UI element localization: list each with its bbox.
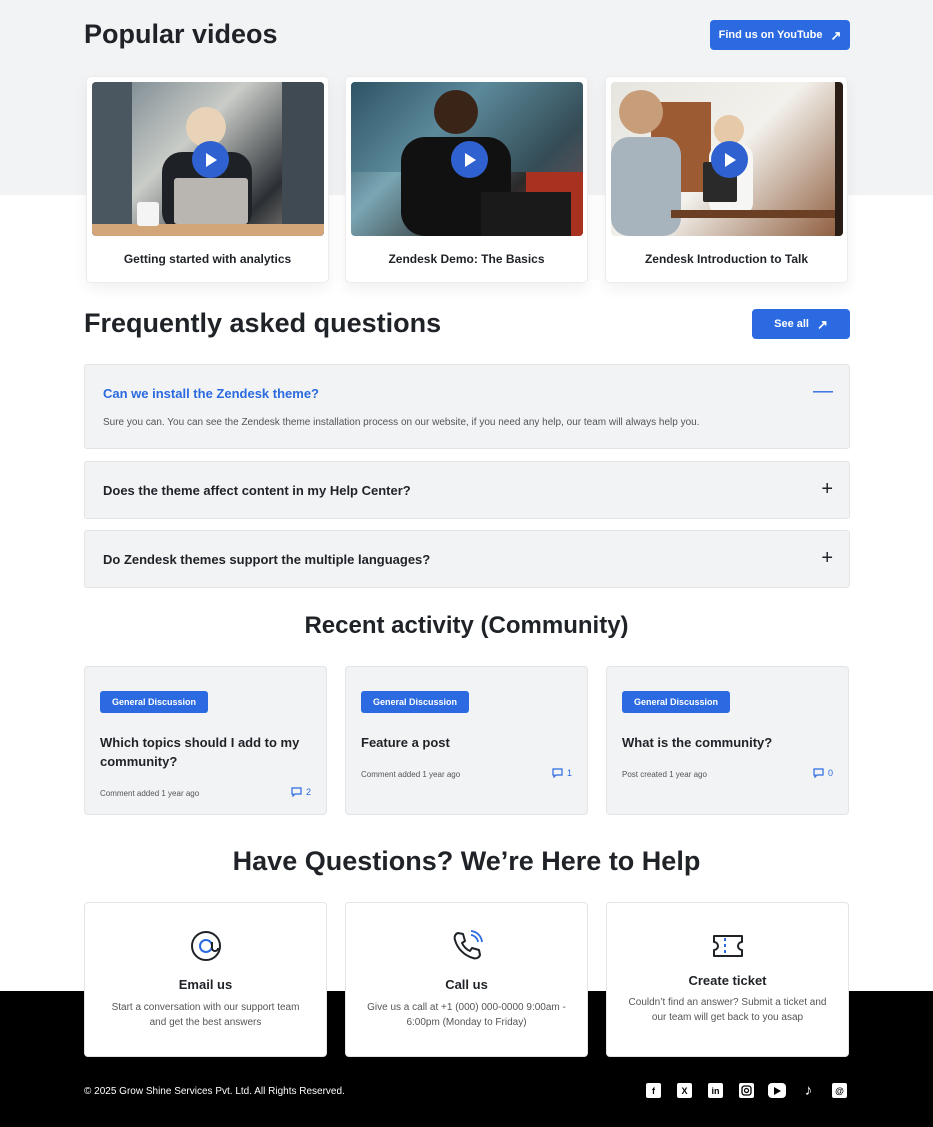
facebook-icon[interactable]: f <box>646 1083 661 1098</box>
threads-icon[interactable]: @ <box>832 1083 847 1098</box>
ticket-icon <box>607 933 848 959</box>
video-thumbnail <box>92 82 324 236</box>
category-badge[interactable]: General Discussion <box>100 691 209 713</box>
activity-meta: Comment added 1 year ago <box>100 789 200 798</box>
copyright: © 2025 Grow Shine Services Pvt. Ltd. All… <box>84 1086 345 1097</box>
ticket-card[interactable]: Create ticket Couldn’t find an answer? S… <box>606 902 849 1057</box>
play-icon <box>464 152 476 167</box>
see-all-label: See all <box>774 318 809 330</box>
youtube-button[interactable]: Find us on YouTube ↗ <box>710 20 850 50</box>
plus-icon[interactable]: + <box>821 548 833 568</box>
youtube-icon[interactable] <box>768 1083 786 1098</box>
minus-icon[interactable]: — <box>813 381 833 401</box>
comment-icon <box>552 768 563 778</box>
help-card-title: Create ticket <box>688 973 767 988</box>
help-card-title: Email us <box>178 977 233 992</box>
help-card-title: Call us <box>445 977 488 992</box>
activity-card[interactable]: General Discussion Which topics should I… <box>84 666 327 815</box>
video-title: Zendesk Introduction to Talk <box>644 252 809 266</box>
category-badge[interactable]: General Discussion <box>622 691 731 713</box>
video-card[interactable]: Getting started with analytics <box>86 76 329 283</box>
video-thumbnail <box>611 82 843 236</box>
activity-title: Recent activity (Community) <box>304 612 629 639</box>
tiktok-icon[interactable]: ♪ <box>801 1082 816 1099</box>
arrow-up-right-icon: ↗ <box>830 27 842 43</box>
faq-item-expanded[interactable]: Can we install the Zendesk theme? — Sure… <box>84 364 850 449</box>
video-card[interactable]: Zendesk Demo: The Basics <box>345 76 588 283</box>
comment-icon <box>291 787 302 797</box>
see-all-button[interactable]: See all ↗ <box>752 309 850 339</box>
help-card-desc: Give us a call at +1 (000) 000-0000 9:00… <box>367 1002 566 1028</box>
faq-item[interactable]: Does the theme affect content in my Help… <box>84 461 850 519</box>
popular-videos-title: Popular videos <box>84 19 278 49</box>
comment-count-value: 1 <box>566 768 572 778</box>
faq-question[interactable]: Do Zendesk themes support the multiple l… <box>103 552 430 567</box>
video-card[interactable]: Zendesk Introduction to Talk <box>605 76 848 283</box>
faq-answer: Sure you can. You can see the Zendesk th… <box>103 417 700 428</box>
play-button[interactable] <box>451 141 488 178</box>
activity-title-link[interactable]: What is the community? <box>622 733 832 752</box>
email-card[interactable]: Email us Start a conversation with our s… <box>84 902 327 1057</box>
play-icon <box>724 152 736 167</box>
activity-title-link[interactable]: Feature a post <box>361 733 571 752</box>
arrow-up-right-icon: ↗ <box>816 316 828 332</box>
help-card-desc: Couldn’t find an answer? Submit a ticket… <box>628 997 827 1023</box>
comment-count: 1 <box>552 768 572 778</box>
faq-question[interactable]: Does the theme affect content in my Help… <box>103 483 411 498</box>
comment-count-value: 2 <box>305 787 311 797</box>
instagram-icon[interactable] <box>739 1083 754 1098</box>
faq-question[interactable]: Can we install the Zendesk theme? <box>103 386 319 401</box>
play-icon <box>205 152 217 167</box>
play-button[interactable] <box>711 141 748 178</box>
faq-item[interactable]: Do Zendesk themes support the multiple l… <box>84 530 850 588</box>
youtube-button-label: Find us on YouTube <box>718 29 823 41</box>
help-title: Have Questions? We’re Here to Help <box>232 846 701 876</box>
comment-count: 0 <box>813 768 833 778</box>
phone-icon <box>346 929 587 963</box>
x-icon[interactable]: X <box>677 1083 692 1098</box>
video-thumbnail <box>351 82 583 236</box>
activity-meta: Comment added 1 year ago <box>361 770 461 779</box>
help-card-desc: Start a conversation with our support te… <box>111 1002 300 1028</box>
plus-icon[interactable]: + <box>821 479 833 499</box>
video-title: Getting started with analytics <box>123 252 292 266</box>
category-badge[interactable]: General Discussion <box>361 691 470 713</box>
comment-icon <box>813 768 824 778</box>
video-title: Zendesk Demo: The Basics <box>388 252 545 266</box>
faq-title: Frequently asked questions <box>84 308 442 338</box>
activity-card[interactable]: General Discussion What is the community… <box>606 666 849 815</box>
play-button[interactable] <box>192 141 229 178</box>
comment-count-value: 0 <box>827 768 833 778</box>
activity-title-link[interactable]: Which topics should I add to my communit… <box>100 733 310 771</box>
activity-card[interactable]: General Discussion Feature a post Commen… <box>345 666 588 815</box>
linkedin-icon[interactable]: in <box>708 1083 723 1098</box>
call-card[interactable]: Call us Give us a call at +1 (000) 000-0… <box>345 902 588 1057</box>
at-icon <box>85 929 326 963</box>
comment-count: 2 <box>291 787 311 797</box>
activity-meta: Post created 1 year ago <box>622 770 707 779</box>
